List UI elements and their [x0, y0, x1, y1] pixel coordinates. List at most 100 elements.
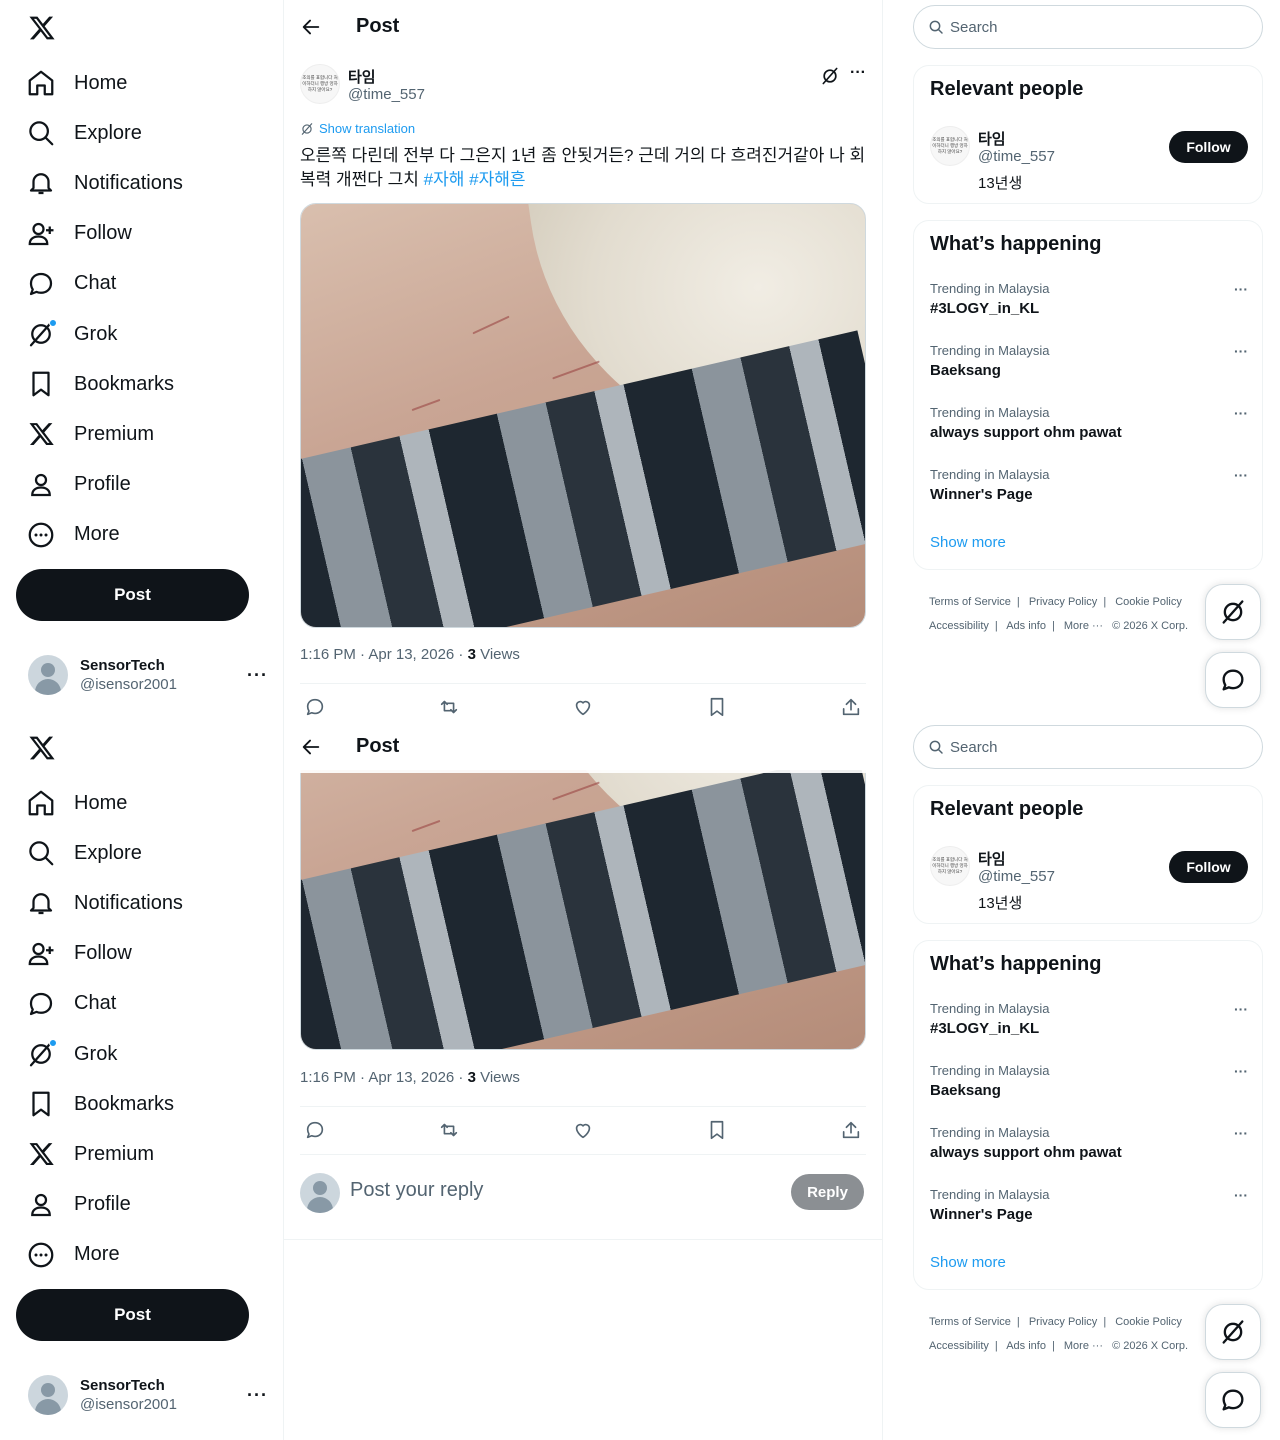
nav-premium[interactable]: Premium: [26, 1129, 183, 1179]
like-icon[interactable]: [568, 692, 598, 720]
nav-notifications[interactable]: Notifications: [26, 878, 183, 928]
x-logo-icon[interactable]: [28, 734, 56, 762]
nav-follow[interactable]: Follow: [26, 209, 183, 259]
trend-more-icon[interactable]: ···: [1234, 1125, 1248, 1141]
search-bar[interactable]: [913, 5, 1263, 49]
like-icon[interactable]: [568, 1115, 598, 1145]
accessibility-link[interactable]: Accessibility: [929, 620, 989, 632]
nav-chat[interactable]: Chat: [26, 979, 183, 1029]
more-dots-icon[interactable]: ···: [247, 1385, 268, 1406]
tweet-photo[interactable]: [300, 770, 866, 1050]
person-name[interactable]: 타임: [978, 128, 1006, 149]
bookmark-icon[interactable]: [702, 692, 732, 720]
trend-more-icon[interactable]: ···: [1234, 1187, 1248, 1203]
show-translation-link[interactable]: Show translation: [300, 121, 415, 136]
trend-item[interactable]: Trending in Malaysia always support ohm …: [930, 405, 1248, 453]
search-input[interactable]: [950, 18, 1230, 36]
post-button[interactable]: Post: [16, 569, 249, 621]
account-switcher[interactable]: SensorTech @isensor2001 ···: [28, 1375, 268, 1415]
author-name[interactable]: 타임: [348, 66, 376, 87]
nav-premium[interactable]: Premium: [26, 409, 183, 459]
follow-button[interactable]: Follow: [1169, 851, 1248, 883]
hashtag-link[interactable]: #자해흔: [469, 170, 525, 189]
nav-chat[interactable]: Chat: [26, 259, 183, 309]
trend-item[interactable]: Trending in Malaysia Winner's Page ···: [930, 467, 1248, 515]
show-more-link[interactable]: Show more: [930, 534, 1006, 551]
terms-link[interactable]: Terms of Service: [929, 1316, 1011, 1328]
post-button[interactable]: Post: [16, 1289, 249, 1341]
accessibility-link[interactable]: Accessibility: [929, 1340, 989, 1352]
retweet-icon[interactable]: [434, 1115, 464, 1145]
trend-item[interactable]: Trending in Malaysia Baeksang ···: [930, 1063, 1248, 1111]
retweet-icon[interactable]: [434, 692, 464, 720]
ads-info-link[interactable]: Ads info: [1006, 1340, 1046, 1352]
more-link[interactable]: More ···: [1064, 1340, 1103, 1352]
nav-profile[interactable]: Profile: [26, 1180, 183, 1230]
nav-grok[interactable]: Grok: [26, 1029, 183, 1079]
nav-more[interactable]: More: [26, 1230, 183, 1280]
chat-float-button[interactable]: [1205, 652, 1261, 708]
grok-float-button[interactable]: [1205, 1304, 1261, 1360]
trend-item[interactable]: Trending in Malaysia #3LOGY_in_KL ···: [930, 1001, 1248, 1049]
terms-link[interactable]: Terms of Service: [929, 596, 1011, 608]
trend-more-icon[interactable]: ···: [1234, 405, 1248, 421]
search-input[interactable]: [950, 738, 1230, 756]
reply-icon[interactable]: [300, 1115, 330, 1145]
back-arrow-icon[interactable]: [300, 16, 322, 38]
ads-info-link[interactable]: Ads info: [1006, 620, 1046, 632]
trend-more-icon[interactable]: ···: [1234, 281, 1248, 297]
trend-more-icon[interactable]: ···: [1234, 1001, 1248, 1017]
author-handle[interactable]: @time_557: [348, 86, 425, 103]
privacy-link[interactable]: Privacy Policy: [1029, 596, 1097, 608]
x-logo-icon[interactable]: [28, 14, 56, 42]
back-arrow-icon[interactable]: [300, 736, 322, 758]
person-name[interactable]: 타임: [978, 848, 1006, 869]
show-more-link[interactable]: Show more: [930, 1254, 1006, 1271]
person-avatar[interactable]: 조의를 표합니다 처이하더니 행방 엉하하지 않아요?: [930, 126, 970, 166]
person-row[interactable]: 조의를 표합니다 처이하더니 행방 엉하하지 않아요? 타임 @time_557…: [930, 126, 1248, 192]
share-icon[interactable]: [836, 1115, 866, 1145]
tweet-timestamp[interactable]: 1:16 PM · Apr 13, 2026 · 3 Views: [300, 646, 520, 663]
nav-explore[interactable]: Explore: [26, 108, 183, 158]
share-icon[interactable]: [836, 692, 866, 720]
tweet-timestamp[interactable]: 1:16 PM · Apr 13, 2026 · 3 Views: [300, 1069, 520, 1086]
grok-float-button[interactable]: [1205, 584, 1261, 640]
tweet-more-icon[interactable]: ···: [850, 64, 866, 82]
chat-float-button[interactable]: [1205, 1372, 1261, 1428]
search-bar[interactable]: [913, 725, 1263, 769]
nav-notifications[interactable]: Notifications: [26, 158, 183, 208]
person-row[interactable]: 조의를 표합니다 처이하더니 행방 엉하하지 않아요? 타임 @time_557…: [930, 846, 1248, 912]
nav-profile[interactable]: Profile: [26, 460, 183, 510]
person-avatar[interactable]: 조의를 표합니다 처이하더니 행방 엉하하지 않아요?: [930, 846, 970, 886]
reply-input[interactable]: [350, 1179, 770, 1202]
more-link[interactable]: More ···: [1064, 620, 1103, 632]
trend-item[interactable]: Trending in Malaysia Winner's Page ···: [930, 1187, 1248, 1235]
nav-more[interactable]: More: [26, 510, 183, 560]
trend-item[interactable]: Trending in Malaysia #3LOGY_in_KL ···: [930, 281, 1248, 329]
trend-more-icon[interactable]: ···: [1234, 343, 1248, 359]
nav-home[interactable]: Home: [26, 778, 183, 828]
trend-more-icon[interactable]: ···: [1234, 1063, 1248, 1079]
nav-home[interactable]: Home: [26, 58, 183, 108]
cookie-link[interactable]: Cookie Policy: [1115, 596, 1182, 608]
account-switcher[interactable]: SensorTech @isensor2001 ···: [28, 655, 268, 695]
bookmark-icon[interactable]: [702, 1115, 732, 1145]
nav-explore[interactable]: Explore: [26, 828, 183, 878]
trend-item[interactable]: Trending in Malaysia Baeksang ···: [930, 343, 1248, 391]
more-dots-icon[interactable]: ···: [247, 665, 268, 686]
reply-button[interactable]: Reply: [791, 1174, 864, 1210]
nav-bookmarks[interactable]: Bookmarks: [26, 359, 183, 409]
grok-icon[interactable]: [820, 66, 840, 86]
hashtag-link[interactable]: #자해: [424, 170, 465, 189]
nav-grok[interactable]: Grok: [26, 309, 183, 359]
reply-icon[interactable]: [300, 692, 330, 720]
author-avatar[interactable]: 조의를 표합니다 처이하더니 행방 엉하하지 않아요?: [300, 64, 340, 104]
nav-bookmarks[interactable]: Bookmarks: [26, 1079, 183, 1129]
cookie-link[interactable]: Cookie Policy: [1115, 1316, 1182, 1328]
trend-item[interactable]: Trending in Malaysia always support ohm …: [930, 1125, 1248, 1173]
privacy-link[interactable]: Privacy Policy: [1029, 1316, 1097, 1328]
nav-follow[interactable]: Follow: [26, 929, 183, 979]
tweet-photo[interactable]: [300, 203, 866, 628]
trend-more-icon[interactable]: ···: [1234, 467, 1248, 483]
follow-button[interactable]: Follow: [1169, 131, 1248, 163]
